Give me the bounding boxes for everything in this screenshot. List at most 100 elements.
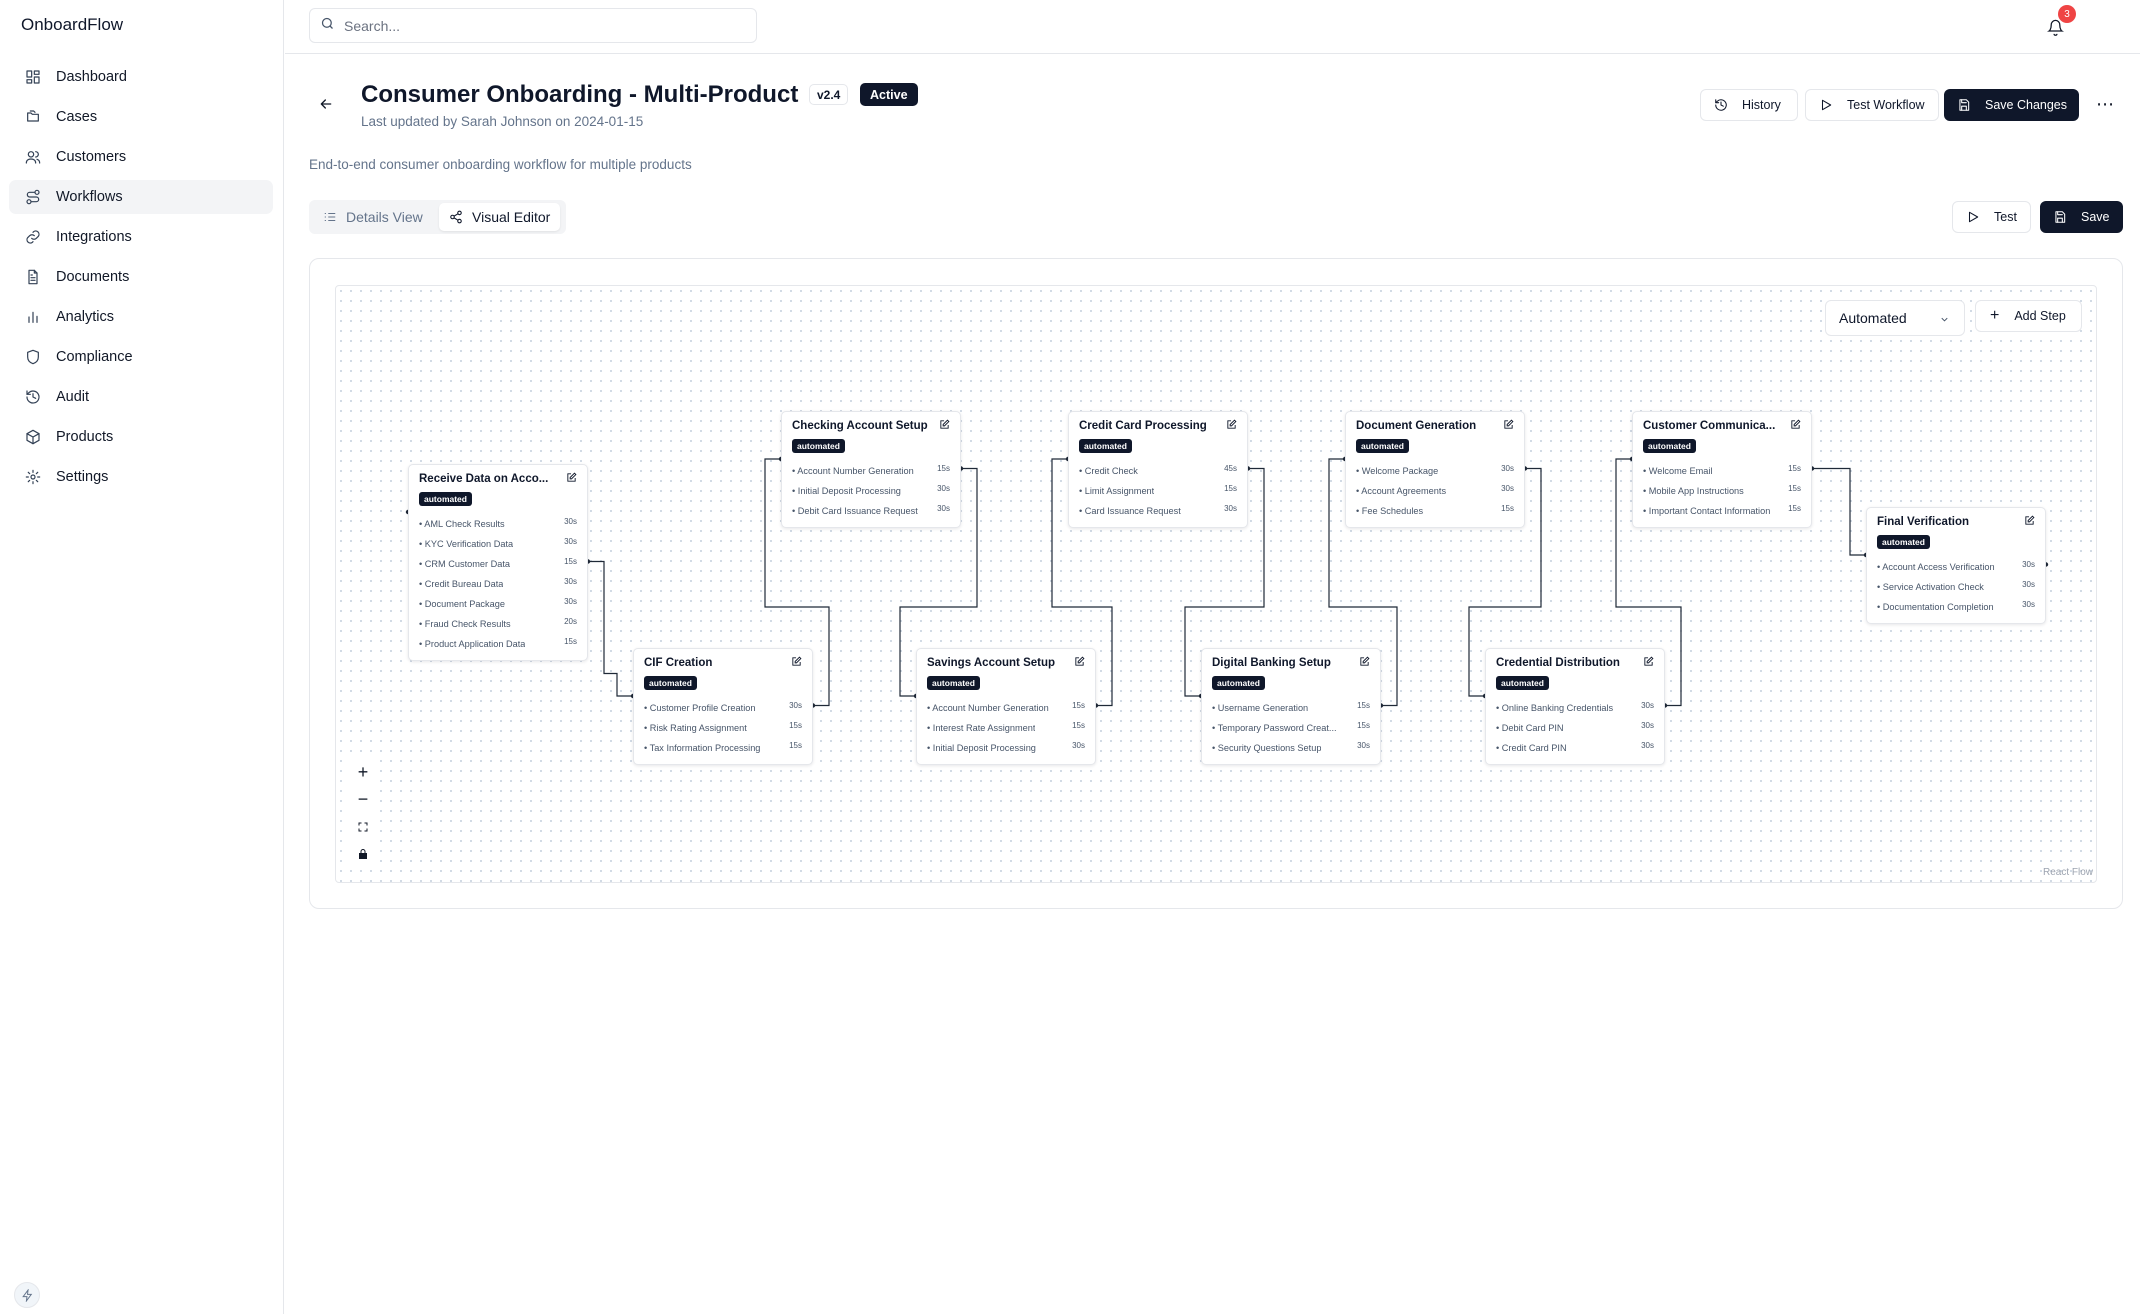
task-duration: 30s (2022, 559, 2035, 569)
tab-visual-editor[interactable]: Visual Editor (439, 203, 561, 231)
node-task-list: • Username Generation 15s • Temporary Pass… (1212, 698, 1370, 758)
workflow-node-savings-account-setup[interactable]: Savings Account Setup automated • Account … (916, 648, 1096, 765)
node-task-item: • Account Number Generation 15s (792, 461, 950, 481)
node-header: Checking Account Setup (792, 418, 950, 434)
lock-button[interactable] (349, 840, 377, 867)
task-duration: 15s (1788, 463, 1801, 473)
gear-icon (25, 469, 41, 485)
workflow-node-customer-communica[interactable]: Customer Communica... automated • Welcome … (1632, 411, 1812, 528)
test-workflow-button[interactable]: Test Workflow (1805, 89, 1939, 121)
sidebar-item-settings[interactable]: Settings (9, 460, 273, 494)
node-title: Customer Communica... (1643, 420, 1776, 432)
node-task-item: • Username Generation 15s (1212, 698, 1370, 718)
node-task-item: • Welcome Email 15s (1643, 461, 1801, 481)
node-task-item: • Risk Rating Assignment 15s (644, 718, 802, 738)
node-title: Receive Data on Acco... (419, 473, 549, 485)
sidebar-item-dashboard[interactable]: Dashboard (9, 60, 273, 94)
node-task-item: • Initial Deposit Processing 30s (927, 738, 1085, 758)
sidebar-item-cases[interactable]: Cases (9, 100, 273, 134)
search-input[interactable] (344, 17, 744, 34)
edit-icon[interactable] (791, 654, 802, 672)
mode-select[interactable]: Automated (1825, 300, 1965, 336)
node-task-item: • Mobile App Instructions 15s (1643, 481, 1801, 501)
flow-edge (1812, 467, 1866, 556)
workflow-node-document-generation[interactable]: Document Generation automated • Welcome Pa… (1345, 411, 1525, 528)
edit-icon[interactable] (1074, 654, 1085, 672)
sidebar-item-workflows[interactable]: Workflows (9, 180, 273, 214)
bolt-icon[interactable] (14, 1282, 40, 1308)
workflow-node-digital-banking-setup[interactable]: Digital Banking Setup automated • Username… (1201, 648, 1381, 765)
sidebar-item-analytics[interactable]: Analytics (9, 300, 273, 334)
sidebar-item-audit[interactable]: Audit (9, 380, 273, 414)
workflow-node-cif-creation[interactable]: CIF Creation automated • Customer Profile … (633, 648, 813, 765)
shield-icon (25, 349, 41, 365)
more-options-icon[interactable]: ⋯ (2095, 94, 2115, 114)
node-task-item: • Initial Deposit Processing 30s (792, 481, 950, 501)
sidebar-item-label: Compliance (56, 349, 133, 365)
topbar: 3 (285, 0, 2140, 54)
edit-icon[interactable] (1790, 417, 1801, 435)
add-step-label: Add Step (2014, 309, 2066, 323)
node-task-item: • CRM Customer Data 15s (419, 554, 577, 574)
workflow-node-credential-distribution[interactable]: Credential Distribution automated • Online… (1485, 648, 1665, 765)
edit-icon[interactable] (566, 470, 577, 488)
task-name: • Welcome Email (1643, 466, 1713, 476)
node-type-badge: automated (1212, 676, 1265, 690)
edit-icon[interactable] (1359, 654, 1370, 672)
back-button[interactable] (315, 95, 337, 117)
edit-icon[interactable] (2024, 513, 2035, 531)
workflow-node-checking-account-setup[interactable]: Checking Account Setup automated • Account… (781, 411, 961, 528)
workflow-node-credit-card-processing[interactable]: Credit Card Processing automated • Credit … (1068, 411, 1248, 528)
edit-icon[interactable] (939, 417, 950, 435)
task-name: • Debit Card PIN (1496, 723, 1564, 733)
node-task-item: • Product Application Data 15s (419, 634, 577, 654)
task-name: • Debit Card Issuance Request (792, 506, 918, 516)
node-task-item: • Security Questions Setup 30s (1212, 738, 1370, 758)
node-task-item: • Fee Schedules 15s (1356, 501, 1514, 521)
edit-icon[interactable] (1503, 417, 1514, 435)
arrow-left-icon (318, 96, 334, 117)
zoom-out-button[interactable]: − (349, 786, 377, 813)
zoom-in-button[interactable]: + (349, 759, 377, 786)
node-title: Credential Distribution (1496, 657, 1620, 669)
workflow-node-final-verification[interactable]: Final Verification automated • Account Acc… (1866, 507, 2046, 624)
task-name: • Account Agreements (1356, 486, 1447, 496)
node-task-item: • Tax Information Processing 15s (644, 738, 802, 758)
task-name: • Fee Schedules (1356, 506, 1424, 516)
sidebar-item-customers[interactable]: Customers (9, 140, 273, 174)
test-button[interactable]: Test (1952, 201, 2031, 233)
sidebar-item-compliance[interactable]: Compliance (9, 340, 273, 374)
flow-edge (588, 560, 633, 697)
history-icon (1714, 98, 1728, 112)
task-duration: 15s (1072, 720, 1085, 730)
add-step-button[interactable]: + Add Step (1975, 300, 2082, 332)
task-duration: 15s (1788, 483, 1801, 493)
sidebar-item-integrations[interactable]: Integrations (9, 220, 273, 254)
react-flow-attribution[interactable]: React Flow (2043, 867, 2093, 878)
task-duration: 15s (1357, 720, 1370, 730)
task-name: • CRM Customer Data (419, 559, 511, 569)
fit-view-button[interactable] (349, 813, 377, 840)
save-changes-button[interactable]: Save Changes (1944, 89, 2079, 121)
task-name: • Card Issuance Request (1079, 506, 1181, 516)
history-button[interactable]: History (1700, 89, 1798, 121)
sidebar-item-documents[interactable]: Documents (9, 260, 273, 294)
task-duration: 30s (1357, 740, 1370, 750)
task-duration: 30s (1641, 720, 1654, 730)
workflow-canvas[interactable]: Receive Data on Acco... automated • AML Ch… (335, 285, 2097, 883)
save-button[interactable]: Save (2040, 201, 2123, 233)
save-label: Save (2081, 210, 2110, 224)
search-box[interactable] (309, 8, 757, 43)
task-duration: 15s (564, 636, 577, 646)
task-duration: 30s (1501, 483, 1514, 493)
task-name: • Account Access Verification (1877, 562, 1995, 572)
sidebar-item-products[interactable]: Products (9, 420, 273, 454)
workflow-description: End-to-end consumer onboarding workflow … (309, 157, 692, 172)
workflow-node-receive-data-on-acco[interactable]: Receive Data on Acco... automated • AML Ch… (408, 464, 588, 661)
edit-icon[interactable] (1226, 417, 1237, 435)
brand-logo[interactable]: OnboardFlow (21, 15, 123, 35)
edit-icon[interactable] (1643, 654, 1654, 672)
task-duration: 30s (564, 516, 577, 526)
node-task-list: • Customer Profile Creation 30s • Risk Rat… (644, 698, 802, 758)
tab-details-view[interactable]: Details View (313, 203, 433, 231)
